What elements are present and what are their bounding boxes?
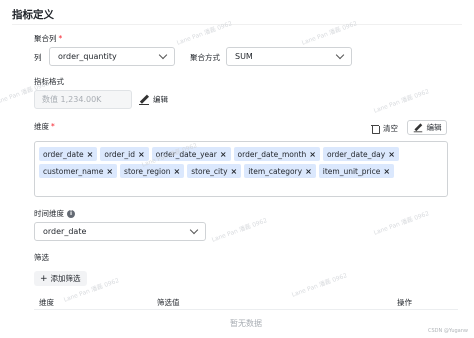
add-filter-label: 添加筛选 [50, 274, 81, 283]
trash-icon [371, 124, 380, 134]
pencil-icon [413, 123, 422, 132]
close-icon[interactable]: × [383, 167, 390, 176]
dimension-tag-row: customer_name × store_region × store_city ×… [39, 164, 443, 178]
chevron-down-icon [158, 50, 168, 60]
time-dimension-label-text: 时间维度 [34, 209, 64, 218]
close-icon[interactable]: × [309, 150, 316, 159]
clear-dimensions-button[interactable]: 清空 [371, 121, 398, 136]
filter-table-header: 维度 筛选值 操作 [34, 295, 458, 310]
page-title: 指标定义 [12, 9, 54, 21]
aggregate-method-select[interactable]: SUM [226, 47, 352, 66]
tag-label: customer_name [43, 166, 104, 176]
plus-icon: + [40, 273, 48, 284]
tag-label: item_category [248, 166, 303, 176]
format-preview-text: 数值 1,234.00K [42, 95, 102, 104]
close-icon[interactable]: × [106, 167, 113, 176]
dimension-tag-box[interactable]: order_date × order_id × order_date_year × o… [34, 141, 448, 197]
dimension-tag: order_date_month × [233, 147, 320, 161]
aggregate-section-label: 聚合列 * [34, 33, 62, 44]
watermark: Lane Pan 潘磊 0962 [210, 217, 269, 244]
watermark: Lane Pan 潘磊 0962 [300, 20, 359, 47]
column-header-filter-value: 筛选值 [157, 298, 180, 307]
watermark: Lane Pan 潘磊 0962 [175, 20, 234, 47]
filter-label: 筛选 [34, 253, 49, 262]
edit-dimensions-button[interactable]: 编辑 [407, 120, 447, 135]
format-preview-input: 数值 1,234.00K [34, 90, 132, 109]
clear-label: 清空 [383, 124, 398, 133]
tag-label: store_city [191, 166, 228, 176]
format-edit-label: 编辑 [153, 95, 168, 104]
chevron-down-icon [189, 225, 199, 235]
required-mark: * [58, 34, 63, 43]
info-icon[interactable]: i [67, 209, 75, 218]
dimension-tag: store_region × [120, 164, 185, 178]
close-icon[interactable]: × [138, 150, 145, 159]
chevron-down-icon [335, 50, 345, 60]
tag-label: order_id [104, 149, 135, 159]
required-mark: * [51, 122, 55, 131]
add-filter-button[interactable]: + 添加筛选 [34, 271, 87, 286]
tag-label: order_date [43, 149, 84, 159]
watermark: Lane Pan 潘磊 0962 [372, 88, 431, 115]
dimension-section-label: 维度 * [34, 121, 55, 132]
close-icon[interactable]: × [388, 150, 395, 159]
close-icon[interactable]: × [305, 167, 312, 176]
dimension-tag-row: order_date × order_id × order_date_year × o… [39, 147, 443, 161]
close-icon[interactable]: × [87, 150, 94, 159]
column-select-value: order_quantity [58, 52, 117, 61]
close-icon[interactable]: × [231, 167, 238, 176]
column-header-actions: 操作 [397, 298, 412, 307]
filter-table-empty: 暂无数据 [230, 318, 262, 328]
format-edit-button[interactable]: 编辑 [139, 94, 168, 105]
tag-label: order_date_day [327, 149, 386, 159]
dimension-tag: item_unit_price × [318, 164, 395, 178]
close-icon[interactable]: × [174, 167, 181, 176]
time-dimension-label: 时间维度 i [34, 208, 75, 219]
title-divider [12, 24, 462, 25]
credit-text: CSDN @Yuganw [428, 328, 468, 334]
dimension-tag: order_date_day × [323, 147, 399, 161]
column-select[interactable]: order_quantity [49, 47, 175, 66]
dimension-tag: store_city × [187, 164, 242, 178]
dimension-tag: item_category × [244, 164, 316, 178]
aggregate-label-text: 聚合列 [34, 34, 57, 43]
dimension-tag: order_date × [39, 147, 98, 161]
aggregate-method-label: 聚合方式 [190, 53, 220, 62]
aggregate-method-value: SUM [235, 52, 253, 61]
watermark: Lane Pan 潘磊 0962 [372, 210, 431, 237]
dimension-tag: customer_name × [39, 164, 118, 178]
tag-label: store_region [124, 166, 171, 176]
column-header-dimension: 维度 [39, 298, 54, 307]
edit-dimensions-label: 编辑 [426, 123, 442, 132]
close-icon[interactable]: × [220, 150, 227, 159]
time-dimension-select[interactable]: order_date [34, 222, 206, 241]
column-label: 列 [34, 53, 42, 62]
tag-label: order_date_month [237, 149, 307, 159]
tag-label: item_unit_price [322, 166, 381, 176]
pencil-icon [139, 95, 149, 105]
dimension-label-text: 维度 [34, 122, 49, 131]
time-dimension-value: order_date [43, 227, 87, 236]
